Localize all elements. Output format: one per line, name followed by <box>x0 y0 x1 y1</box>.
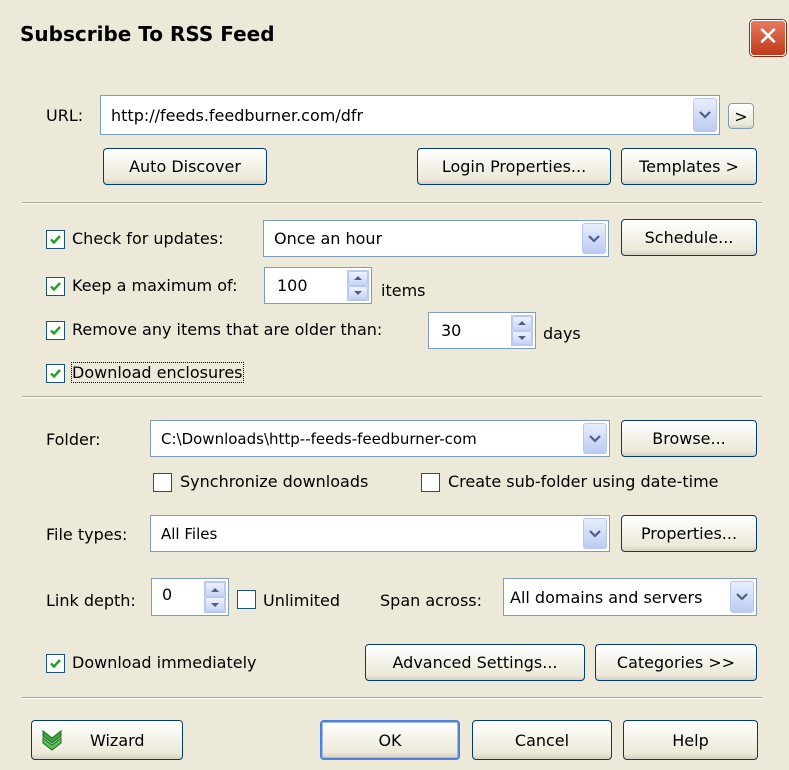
browse-button[interactable]: Browse... <box>621 420 757 457</box>
folder-label: Folder: <box>46 430 101 449</box>
url-go-button[interactable]: > <box>728 103 754 129</box>
span-across-label: Span across: <box>380 591 483 610</box>
update-frequency-select[interactable]: Once an hour <box>263 220 609 257</box>
help-button[interactable]: Help <box>623 720 758 760</box>
remove-older-label: Remove any items that are older than: <box>72 320 383 339</box>
chevron-down-icon[interactable] <box>583 423 607 454</box>
spin-up-icon[interactable] <box>348 271 368 286</box>
window-title: Subscribe To RSS Feed <box>20 22 275 46</box>
properties-button[interactable]: Properties... <box>621 515 757 552</box>
url-combobox[interactable]: http://feeds.feedburner.com/dfr <box>100 95 720 135</box>
auto-discover-button[interactable]: Auto Discover <box>103 148 267 185</box>
file-types-label: File types: <box>46 525 128 544</box>
keep-maximum-checkbox[interactable] <box>46 277 65 296</box>
items-unit-label: items <box>381 281 426 300</box>
ok-button[interactable]: OK <box>320 720 460 760</box>
synchronize-label: Synchronize downloads <box>180 472 369 491</box>
link-depth-input[interactable]: 0 <box>151 578 229 616</box>
spin-down-icon[interactable] <box>512 330 532 345</box>
login-properties-button[interactable]: Login Properties... <box>417 148 611 185</box>
subfolder-checkbox[interactable] <box>421 473 440 492</box>
span-across-select[interactable]: All domains and servers <box>503 578 757 616</box>
url-value: http://feeds.feedburner.com/dfr <box>111 105 364 125</box>
download-enclosures-checkbox[interactable] <box>46 364 65 383</box>
folder-combobox[interactable]: C:\Downloads\http--feeds-feedburner-com <box>150 420 610 457</box>
categories-button[interactable]: Categories >> <box>595 644 757 681</box>
subfolder-label: Create sub-folder using date-time <box>448 472 719 491</box>
url-label: URL: <box>46 106 84 125</box>
schedule-button[interactable]: Schedule... <box>621 219 757 256</box>
download-immediately-label: Download immediately <box>72 653 257 672</box>
close-icon: ✕ <box>757 22 779 52</box>
spin-down-icon[interactable] <box>205 597 225 612</box>
download-enclosures-label: Download enclosures <box>71 362 244 383</box>
check-updates-label: Check for updates: <box>72 229 224 248</box>
days-spinner[interactable] <box>511 315 533 346</box>
file-types-select[interactable]: All Files <box>150 515 610 552</box>
days-unit-label: days <box>543 324 581 343</box>
separator <box>22 396 762 398</box>
close-button[interactable]: ✕ <box>750 20 786 56</box>
days-input[interactable]: 30 <box>428 312 536 349</box>
unlimited-checkbox[interactable] <box>237 590 256 609</box>
wizard-icon <box>42 729 62 751</box>
spin-down-icon[interactable] <box>348 285 368 300</box>
chevron-down-icon[interactable] <box>583 518 607 549</box>
max-items-input[interactable]: 100 <box>264 267 372 304</box>
synchronize-checkbox[interactable] <box>153 473 172 492</box>
download-immediately-checkbox[interactable] <box>46 654 65 673</box>
separator <box>22 202 762 204</box>
link-depth-label: Link depth: <box>46 591 136 610</box>
spin-up-icon[interactable] <box>512 316 532 331</box>
spin-up-icon[interactable] <box>205 582 225 597</box>
check-updates-checkbox[interactable] <box>46 230 65 249</box>
advanced-settings-button[interactable]: Advanced Settings... <box>365 644 585 681</box>
chevron-down-icon[interactable] <box>693 98 717 132</box>
cancel-button[interactable]: Cancel <box>472 720 612 760</box>
remove-older-checkbox[interactable] <box>46 321 65 340</box>
link-depth-spinner[interactable] <box>204 581 226 613</box>
unlimited-label: Unlimited <box>263 591 341 610</box>
max-items-spinner[interactable] <box>347 270 369 301</box>
separator <box>22 697 762 699</box>
chevron-down-icon[interactable] <box>582 223 606 254</box>
chevron-down-icon[interactable] <box>730 581 754 613</box>
wizard-button[interactable]: Wizard <box>31 720 183 760</box>
templates-button[interactable]: Templates > <box>621 148 757 185</box>
keep-maximum-label: Keep a maximum of: <box>72 276 238 295</box>
